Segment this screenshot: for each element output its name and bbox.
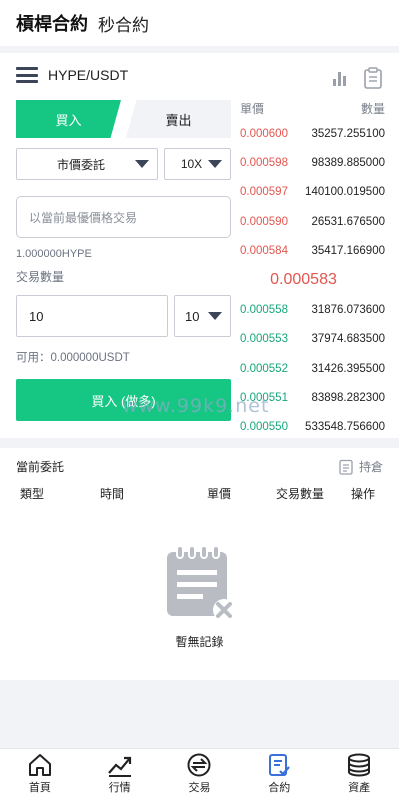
- bid-qty: 83898.282300: [311, 392, 385, 405]
- ask-qty: 35257.255100: [311, 127, 385, 140]
- bid-row[interactable]: 0.000551 83898.282300: [240, 383, 385, 412]
- ask-row[interactable]: 0.000584 35417.166900: [240, 236, 385, 265]
- ask-row[interactable]: 0.000598 98389.885000: [240, 148, 385, 177]
- trade-panel: 買入 賣出 市價委託 10X 以當前最優價格交易 1.000000HYPE 交易…: [16, 100, 231, 421]
- leverage-select[interactable]: 10X: [164, 148, 231, 180]
- pair-bar: HYPE/USDT: [0, 53, 399, 97]
- quantity-unit-select[interactable]: 10: [174, 295, 231, 337]
- nav-market-label: 行情: [108, 781, 131, 794]
- home-icon: [28, 753, 51, 776]
- dropdown-arrow-icon: [208, 312, 222, 320]
- exchange-icon: [187, 753, 211, 776]
- nav-assets-label: 資產: [348, 781, 371, 794]
- bid-row[interactable]: 0.000558 31876.073600: [240, 295, 385, 324]
- order-type-label: 市價委託: [56, 157, 105, 172]
- bid-price: 0.000550: [240, 421, 288, 434]
- quantity-value: 10: [29, 308, 44, 324]
- nav-home-label: 首頁: [28, 781, 51, 794]
- quantity-unit-label: 10: [185, 308, 200, 324]
- positions-link[interactable]: 持倉: [339, 458, 383, 475]
- tab-second-contract[interactable]: 秒合約: [98, 11, 149, 36]
- bid-qty: 37974.683500: [311, 333, 385, 346]
- dropdown-arrow-icon: [208, 160, 222, 168]
- quantity-input[interactable]: 10: [16, 295, 168, 337]
- col-quantity: 交易數量: [276, 487, 325, 501]
- chart-bars-icon[interactable]: [331, 69, 349, 92]
- col-price: 單價: [207, 487, 232, 501]
- bid-qty: 533548.756600: [305, 421, 385, 434]
- clipboard-icon[interactable]: [363, 67, 383, 94]
- spacer: [0, 680, 399, 748]
- ask-qty: 35417.166900: [311, 244, 385, 257]
- empty-records-icon: [166, 545, 235, 621]
- trend-icon: [107, 756, 131, 777]
- ask-qty: 140100.019500: [305, 186, 385, 199]
- bid-price: 0.000553: [240, 333, 288, 346]
- orders-title: 當前委託: [16, 460, 65, 474]
- positions-label: 持倉: [358, 460, 383, 474]
- empty-text: 暫無記錄: [175, 635, 224, 649]
- bid-price: 0.000558: [240, 304, 288, 317]
- ask-qty: 26531.676500: [311, 215, 385, 228]
- bid-price: 0.000552: [240, 362, 288, 375]
- last-price: 0.000583: [270, 271, 337, 289]
- col-time: 時間: [100, 487, 125, 501]
- buy-sell-tabs: 買入 賣出: [16, 100, 231, 138]
- ask-row[interactable]: 0.000590 26531.676500: [240, 207, 385, 236]
- ask-price: 0.000600: [240, 127, 288, 140]
- bid-row[interactable]: 0.000553 37974.683500: [240, 325, 385, 354]
- tab-leverage-contract[interactable]: 槓桿合約: [16, 10, 88, 36]
- col-action: 操作: [351, 487, 376, 501]
- bottom-nav: 首頁 行情 交易 合約 資產: [0, 748, 399, 798]
- nav-assets[interactable]: 資產: [319, 749, 399, 798]
- nav-market[interactable]: 行情: [80, 749, 160, 798]
- order-book: 單價 數量 0.000600 35257.255100 0.000598 98389…: [240, 100, 385, 442]
- nav-trade-label: 交易: [188, 781, 211, 794]
- sell-tab[interactable]: 賣出: [126, 100, 231, 138]
- menu-icon[interactable]: [16, 67, 38, 83]
- ask-price: 0.000590: [240, 215, 288, 228]
- orders-columns: 類型 時間 單價 交易數量 操作: [0, 479, 399, 507]
- ask-row[interactable]: 0.000597 140100.019500: [240, 178, 385, 207]
- buy-tab[interactable]: 買入: [16, 100, 121, 138]
- top-header: 槓桿合約 秒合約: [0, 0, 399, 46]
- pair-name[interactable]: HYPE/USDT: [48, 67, 128, 83]
- bid-qty: 31876.073600: [311, 304, 385, 317]
- col-type: 類型: [20, 487, 45, 501]
- section-divider: [0, 438, 399, 448]
- nav-trade[interactable]: 交易: [160, 749, 240, 798]
- ask-qty: 98389.885000: [311, 156, 385, 169]
- document-icon: [339, 459, 353, 475]
- price-placeholder: 以當前最優價格交易: [29, 210, 138, 225]
- bid-row[interactable]: 0.000552 31426.395500: [240, 354, 385, 383]
- ask-price: 0.000598: [240, 156, 288, 169]
- buy-long-button[interactable]: 買入 (做多): [16, 379, 231, 421]
- price-header: 單價: [240, 102, 265, 116]
- available-balance: 可用：0.000000USDT: [16, 352, 130, 364]
- amount-text: 1.000000HYPE: [16, 248, 92, 260]
- empty-state: 暫無記錄: [0, 544, 399, 650]
- nav-contract-label: 合約: [268, 781, 291, 794]
- price-input[interactable]: 以當前最優價格交易: [16, 196, 231, 238]
- leverage-label: 10X: [180, 157, 203, 171]
- current-orders-section: 當前委託 持倉 類型 時間 單價 交易數量 操作 暫無記錄: [0, 448, 399, 680]
- order-type-select[interactable]: 市價委託: [16, 148, 158, 180]
- bid-qty: 31426.395500: [311, 362, 385, 375]
- quantity-label: 交易數量: [16, 270, 65, 284]
- ask-price: 0.000597: [240, 186, 288, 199]
- bid-price: 0.000551: [240, 392, 288, 405]
- nav-contract[interactable]: 合約: [239, 749, 319, 798]
- dropdown-arrow-icon: [135, 160, 149, 168]
- ask-price: 0.000584: [240, 244, 288, 257]
- contract-icon: [269, 753, 291, 776]
- coins-icon: [348, 753, 371, 777]
- order-book-header: 單價 數量: [240, 100, 385, 116]
- section-divider: [0, 46, 399, 53]
- nav-home[interactable]: 首頁: [0, 749, 80, 798]
- ask-row[interactable]: 0.000600 35257.255100: [240, 119, 385, 148]
- qty-header: 數量: [360, 102, 385, 116]
